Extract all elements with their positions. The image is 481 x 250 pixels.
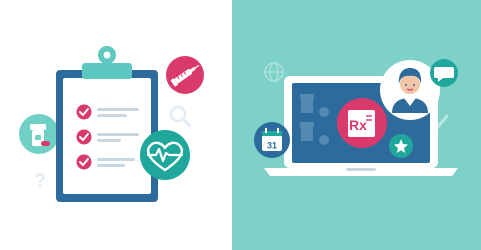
calendar-date: 31	[267, 141, 277, 151]
checklist-illustration: ?	[19, 46, 204, 202]
telehealth-illustration-panel: 31 Rx	[232, 0, 481, 250]
syringe-icon	[166, 56, 204, 94]
question-mark-icon: ?	[34, 170, 46, 192]
checkmark-icon	[76, 154, 92, 170]
globe-icon	[264, 62, 284, 82]
chat-bubble-icon	[430, 59, 458, 87]
prescription-icon: Rx	[337, 98, 387, 148]
checklist-illustration-panel: ?	[0, 0, 232, 250]
rx-symbol: Rx	[349, 117, 367, 133]
heart-rate-icon	[140, 130, 190, 180]
pill-bottle-icon	[19, 114, 59, 154]
telehealth-illustration: 31 Rx	[254, 59, 458, 176]
svg-text:?: ?	[34, 170, 46, 192]
clipboard-icon	[56, 46, 158, 202]
magnifier-icon	[169, 105, 192, 128]
checkmark-icon	[76, 129, 92, 145]
calendar-icon: 31	[254, 122, 290, 158]
star-icon	[389, 134, 413, 158]
checkmark-icon	[76, 104, 92, 120]
